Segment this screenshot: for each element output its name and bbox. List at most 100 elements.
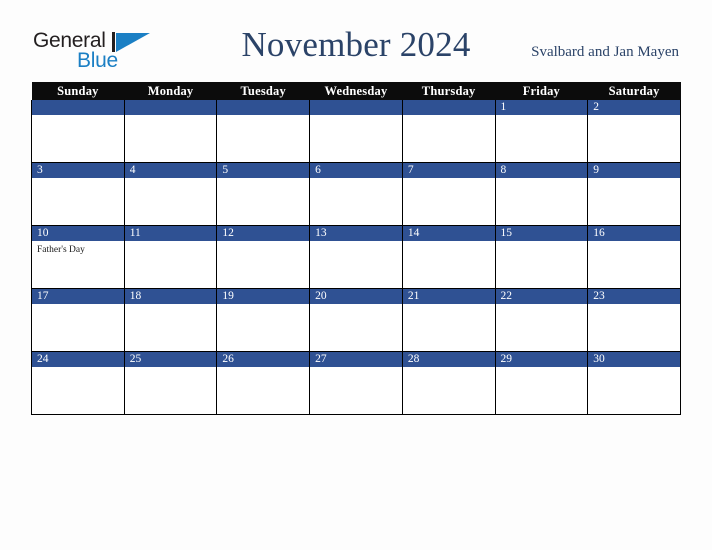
calendar-day-cell-1[interactable]: 1 <box>494 100 589 163</box>
day-events <box>496 241 588 244</box>
day-number <box>402 100 495 115</box>
calendar-day-cell-empty <box>123 100 218 163</box>
calendar-day-cell-3[interactable]: 3 <box>31 162 125 226</box>
day-events <box>588 241 680 244</box>
calendar-week-row: 17 18 19 20 21 22 23 <box>31 288 681 352</box>
calendar-day-cell-4[interactable]: 4 <box>123 162 218 226</box>
day-events <box>125 115 217 118</box>
calendar-week-row: 24 25 26 27 28 29 30 <box>31 351 681 415</box>
weekday-header-row: Sunday Monday Tuesday Wednesday Thursday Frid… <box>31 82 681 100</box>
day-number: 17 <box>32 289 124 304</box>
calendar-day-cell-29[interactable]: 29 <box>494 351 589 415</box>
day-number <box>217 100 310 115</box>
calendar-day-cell-11[interactable]: 11 <box>123 225 218 289</box>
day-number: 14 <box>402 226 495 241</box>
day-number: 6 <box>310 163 402 178</box>
day-number <box>32 100 124 115</box>
day-number: 3 <box>32 163 124 178</box>
day-events <box>403 241 495 244</box>
day-number: 9 <box>588 163 680 178</box>
day-events <box>32 367 124 370</box>
day-events <box>310 241 402 244</box>
weekday-header-sunday: Sunday <box>31 82 125 100</box>
calendar-day-cell-28[interactable]: 28 <box>401 351 496 415</box>
weekday-header-wednesday: Wednesday <box>309 82 403 100</box>
day-number: 26 <box>217 352 310 367</box>
day-number: 1 <box>495 100 588 115</box>
day-events <box>310 367 402 370</box>
page-header: General Blue November 2024 Svalbard and … <box>0 0 712 82</box>
day-events: Father's Day <box>32 241 124 256</box>
day-number: 25 <box>124 352 217 367</box>
calendar-day-cell-17[interactable]: 17 <box>31 288 125 352</box>
calendar-day-cell-19[interactable]: 19 <box>216 288 311 352</box>
day-events <box>588 178 680 181</box>
day-events <box>588 367 680 370</box>
day-number <box>310 100 402 115</box>
day-events <box>125 178 217 181</box>
calendar-day-cell-24[interactable]: 24 <box>31 351 125 415</box>
calendar-day-cell-27[interactable]: 27 <box>309 351 403 415</box>
day-events <box>403 304 495 307</box>
calendar-day-cell-8[interactable]: 8 <box>494 162 589 226</box>
day-number: 12 <box>217 226 310 241</box>
calendar-day-cell-empty <box>401 100 496 163</box>
day-events <box>310 178 402 181</box>
calendar-day-cell-20[interactable]: 20 <box>309 288 403 352</box>
day-number: 28 <box>402 352 495 367</box>
calendar-day-cell-23[interactable]: 23 <box>587 288 681 352</box>
calendar-day-cell-7[interactable]: 7 <box>401 162 496 226</box>
day-number: 5 <box>217 163 310 178</box>
calendar-week-row: 3456789 <box>31 162 681 226</box>
calendar-day-cell-18[interactable]: 18 <box>123 288 218 352</box>
day-events <box>217 115 309 118</box>
day-number: 24 <box>32 352 124 367</box>
day-number: 19 <box>217 289 310 304</box>
day-events <box>496 115 588 118</box>
day-events <box>32 304 124 307</box>
day-events <box>217 178 309 181</box>
day-number: 20 <box>310 289 402 304</box>
day-number: 11 <box>124 226 217 241</box>
calendar-day-cell-empty <box>31 100 125 163</box>
calendar-day-cell-26[interactable]: 26 <box>216 351 311 415</box>
day-number: 4 <box>124 163 217 178</box>
calendar-day-cell-25[interactable]: 25 <box>123 351 218 415</box>
day-number: 22 <box>495 289 588 304</box>
holiday-event: Father's Day <box>37 245 85 255</box>
calendar-day-cell-21[interactable]: 21 <box>401 288 496 352</box>
weekday-header-saturday: Saturday <box>587 82 681 100</box>
day-events <box>403 178 495 181</box>
day-number: 30 <box>588 352 680 367</box>
calendar-day-cell-13[interactable]: 13 <box>309 225 403 289</box>
calendar-day-cell-12[interactable]: 12 <box>216 225 311 289</box>
day-number: 2 <box>588 100 680 115</box>
calendar-day-cell-5[interactable]: 5 <box>216 162 311 226</box>
weekday-header-tuesday: Tuesday <box>216 82 310 100</box>
day-events <box>217 241 309 244</box>
calendar-day-cell-empty <box>309 100 403 163</box>
calendar-day-cell-14[interactable]: 14 <box>401 225 496 289</box>
day-events <box>496 178 588 181</box>
calendar-day-cell-15[interactable]: 15 <box>494 225 589 289</box>
day-number: 29 <box>495 352 588 367</box>
calendar-day-cell-2[interactable]: 2 <box>587 100 681 163</box>
day-events <box>32 115 124 118</box>
day-number: 13 <box>310 226 402 241</box>
calendar-header-row: Sunday Monday Tuesday Wednesday Thursday Frid… <box>31 82 681 100</box>
day-number: 16 <box>588 226 680 241</box>
calendar-day-cell-16[interactable]: 16 <box>587 225 681 289</box>
day-number: 21 <box>402 289 495 304</box>
calendar-day-cell-6[interactable]: 6 <box>309 162 403 226</box>
weekday-header-friday: Friday <box>495 82 588 100</box>
day-events <box>403 115 495 118</box>
calendar-grid: Sunday Monday Tuesday Wednesday Thursday Frid… <box>31 82 681 415</box>
day-events <box>310 115 402 118</box>
day-number: 10 <box>32 226 124 241</box>
calendar-day-cell-9[interactable]: 9 <box>587 162 681 226</box>
calendar-day-cell-10[interactable]: 10 Father's Day <box>31 225 125 289</box>
calendar-day-cell-30[interactable]: 30 <box>587 351 681 415</box>
calendar-day-cell-22[interactable]: 22 <box>494 288 589 352</box>
day-number: 8 <box>495 163 588 178</box>
day-events <box>217 367 309 370</box>
